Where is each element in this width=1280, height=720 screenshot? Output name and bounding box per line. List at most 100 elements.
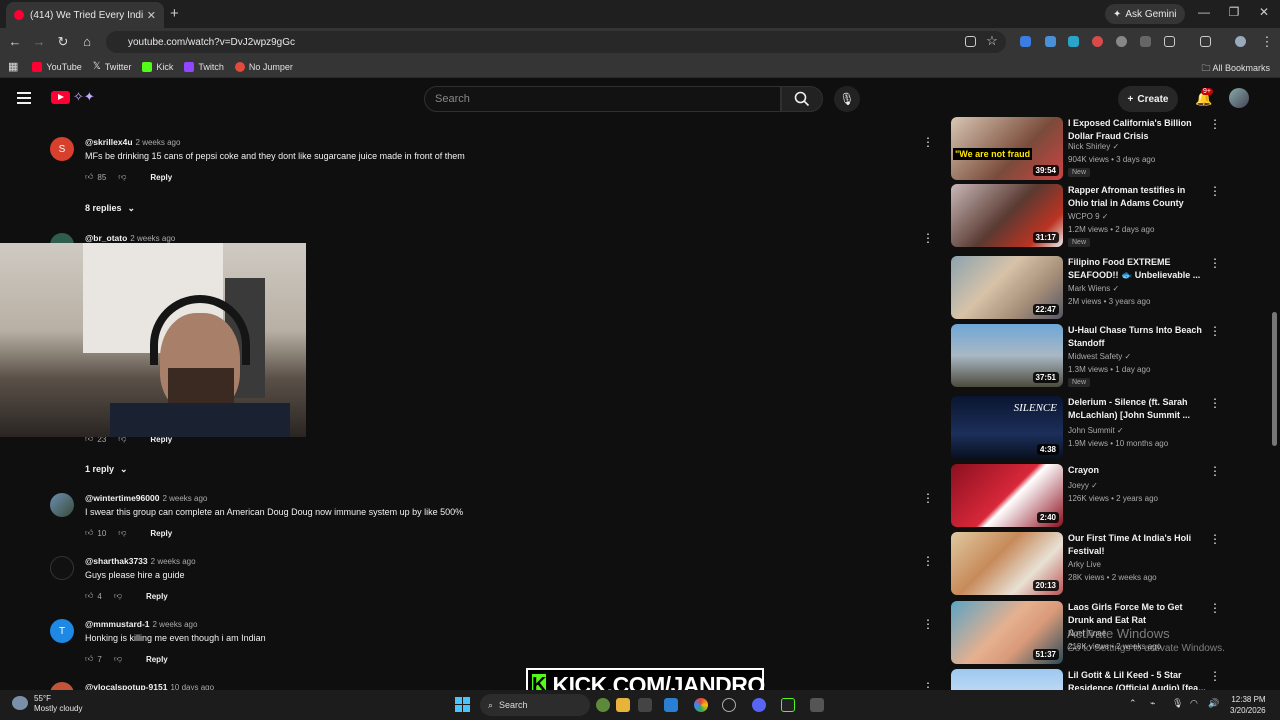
extension-icon[interactable] <box>1045 36 1056 47</box>
comment-menu-icon[interactable]: ⋮ <box>922 554 934 568</box>
search-button[interactable] <box>781 86 823 112</box>
search-input[interactable]: Search <box>424 86 781 112</box>
video-card[interactable]: Lil Gotit & Lil Keed - 5 Star Residence … <box>951 669 1231 690</box>
home-icon[interactable]: ⌂ <box>79 34 95 49</box>
video-menu-icon[interactable]: ⋮ <box>1209 256 1221 270</box>
video-card[interactable]: "We are not fraud 39:54 I Exposed Califo… <box>951 117 1231 183</box>
video-title[interactable]: Our First Time At India's Holi Festival! <box>1068 532 1208 558</box>
bookmark-twitter[interactable]: 𝕏 Twitter <box>93 61 132 72</box>
comment-author[interactable]: @wintertime96000 <box>85 493 159 503</box>
apps-grid-icon[interactable]: ▦ <box>8 60 18 73</box>
thumbs-down-icon[interactable]: 👎︎ <box>114 654 122 664</box>
install-icon[interactable] <box>965 36 976 47</box>
bookmark-star-icon[interactable]: ☆ <box>984 33 1000 49</box>
video-title[interactable]: I Exposed California's Billion Dollar Fr… <box>1068 117 1208 143</box>
voice-search-button[interactable]: 🎙 <box>834 86 860 112</box>
video-card[interactable]: 20:13 Our First Time At India's Holi Fes… <box>951 532 1231 598</box>
video-thumbnail[interactable]: 2:40 <box>951 464 1063 527</box>
avatar[interactable] <box>50 493 74 517</box>
menu-kebab-icon[interactable]: ⋮ <box>1259 34 1275 50</box>
windows-start-icon[interactable] <box>455 697 470 712</box>
comment-time[interactable]: 2 weeks ago <box>130 234 175 243</box>
wifi-icon[interactable]: ◠ <box>1190 698 1198 709</box>
extension-icon[interactable] <box>1020 36 1031 47</box>
taskbar-app-icon[interactable] <box>638 698 652 712</box>
comment-author[interactable]: @br_otato <box>85 233 127 243</box>
video-menu-icon[interactable]: ⋮ <box>1209 669 1221 683</box>
thumbs-down-icon[interactable]: 👎︎ <box>118 528 126 538</box>
scrollbar-thumb[interactable] <box>1272 312 1277 446</box>
comment-time[interactable]: 2 weeks ago <box>162 494 207 503</box>
new-tab-icon[interactable]: + <box>170 5 179 22</box>
forward-icon[interactable]: → <box>31 34 47 49</box>
ask-gemini-button[interactable]: ✦ Ask Gemini <box>1105 4 1185 24</box>
side-panel-icon[interactable] <box>1200 36 1211 47</box>
thumbs-up-icon[interactable]: 👍︎ <box>85 591 93 601</box>
video-thumbnail[interactable] <box>951 669 1063 690</box>
close-tab-icon[interactable]: ✕ <box>147 9 156 22</box>
close-window-icon[interactable]: ✕ <box>1254 5 1274 19</box>
youtube-logo[interactable] <box>51 91 70 104</box>
video-menu-icon[interactable]: ⋮ <box>1209 396 1221 410</box>
video-card[interactable]: SILENCE 4:38 Delerium - Silence (ft. Sar… <box>951 396 1231 462</box>
replies-toggle[interactable]: 8 replies ⌄ <box>85 203 135 214</box>
comment-menu-icon[interactable]: ⋮ <box>922 231 934 245</box>
doodle-icon[interactable]: ✧✦ <box>73 89 95 105</box>
comment-time[interactable]: 2 weeks ago <box>136 138 181 147</box>
video-thumbnail[interactable]: SILENCE 4:38 <box>951 396 1063 459</box>
address-bar[interactable]: youtube.com/watch?v=DvJ2wpz9gGc <box>106 31 1006 53</box>
thumbs-down-icon[interactable]: 👎︎ <box>114 591 122 601</box>
video-title[interactable]: U-Haul Chase Turns Into Beach Standoff <box>1068 324 1208 350</box>
video-title[interactable]: Lil Gotit & Lil Keed - 5 Star Residence … <box>1068 669 1208 690</box>
taskbar-clock[interactable]: 12:38 PM 3/20/2026 <box>1230 694 1266 716</box>
video-channel[interactable]: Arky Live <box>1068 560 1101 569</box>
video-card[interactable]: 2:40 Crayon Joeyy ✓ 126K views • 2 years… <box>951 464 1231 530</box>
comment-menu-icon[interactable]: ⋮ <box>922 617 934 631</box>
reply-button[interactable]: Reply <box>150 173 172 182</box>
minimize-icon[interactable]: — <box>1194 5 1214 19</box>
tray-chevron-icon[interactable]: ⌃ <box>1129 698 1137 709</box>
video-title[interactable]: Laos Girls Force Me to Get Drunk and Eat… <box>1068 601 1208 627</box>
video-title[interactable]: Delerium - Silence (ft. Sarah McLachlan)… <box>1068 396 1208 422</box>
video-menu-icon[interactable]: ⋮ <box>1209 117 1221 131</box>
microphone-icon[interactable]: 🎙 <box>1172 698 1183 709</box>
back-icon[interactable]: ← <box>7 34 23 49</box>
browser-tab[interactable]: (414) We Tried Every Indian Str ✕ <box>6 2 164 28</box>
all-bookmarks[interactable]: 🗀 All Bookmarks <box>1201 61 1270 77</box>
video-thumbnail[interactable]: "We are not fraud 39:54 <box>951 117 1063 180</box>
video-channel[interactable]: John Summit ✓ <box>1068 426 1124 435</box>
account-avatar[interactable] <box>1229 88 1249 108</box>
video-channel[interactable]: WCPO 9 ✓ <box>1068 212 1109 221</box>
volume-icon[interactable]: 🔊 <box>1208 698 1219 709</box>
video-channel[interactable]: Mark Wiens ✓ <box>1068 284 1119 293</box>
video-channel[interactable]: Midwest Safety ✓ <box>1068 352 1131 361</box>
profile-icon[interactable] <box>1235 36 1246 47</box>
video-thumbnail[interactable]: 20:13 <box>951 532 1063 595</box>
file-explorer-icon[interactable] <box>616 698 630 712</box>
extension-icon[interactable] <box>1092 36 1103 47</box>
video-menu-icon[interactable]: ⋮ <box>1209 324 1221 338</box>
thumbs-up-icon[interactable]: 👍︎ <box>85 528 93 538</box>
video-title[interactable]: Filipino Food EXTREME SEAFOOD!! 🐟 Unbeli… <box>1068 256 1208 282</box>
comment-menu-icon[interactable]: ⋮ <box>922 491 934 505</box>
video-thumbnail[interactable]: 51:37 <box>951 601 1063 664</box>
discord-icon[interactable] <box>752 698 766 712</box>
avatar[interactable]: T <box>50 619 74 643</box>
video-menu-icon[interactable]: ⋮ <box>1209 601 1221 615</box>
thumbs-up-icon[interactable]: 👍︎ <box>85 654 93 664</box>
taskbar-app-icon[interactable] <box>722 698 736 712</box>
taskbar-app-icon[interactable] <box>664 698 678 712</box>
extension-icon[interactable] <box>1116 36 1127 47</box>
video-card[interactable]: 31:17 Rapper Afroman testifies in Ohio t… <box>951 184 1231 250</box>
avatar[interactable]: S <box>50 137 74 161</box>
video-card[interactable]: 37:51 U-Haul Chase Turns Into Beach Stan… <box>951 324 1231 390</box>
bookmark-youtube[interactable]: YouTube <box>32 61 82 72</box>
video-channel[interactable]: Nick Shirley ✓ <box>1068 142 1119 151</box>
video-thumbnail[interactable]: 37:51 <box>951 324 1063 387</box>
video-thumbnail[interactable]: 22:47 <box>951 256 1063 319</box>
hamburger-menu-icon[interactable] <box>17 92 31 107</box>
taskbar-search[interactable]: ⌕ Search <box>480 694 590 716</box>
comment-time[interactable]: 2 weeks ago <box>153 620 198 629</box>
comment-author[interactable]: @sharthak3733 <box>85 556 148 566</box>
reply-button[interactable]: Reply <box>150 529 172 538</box>
